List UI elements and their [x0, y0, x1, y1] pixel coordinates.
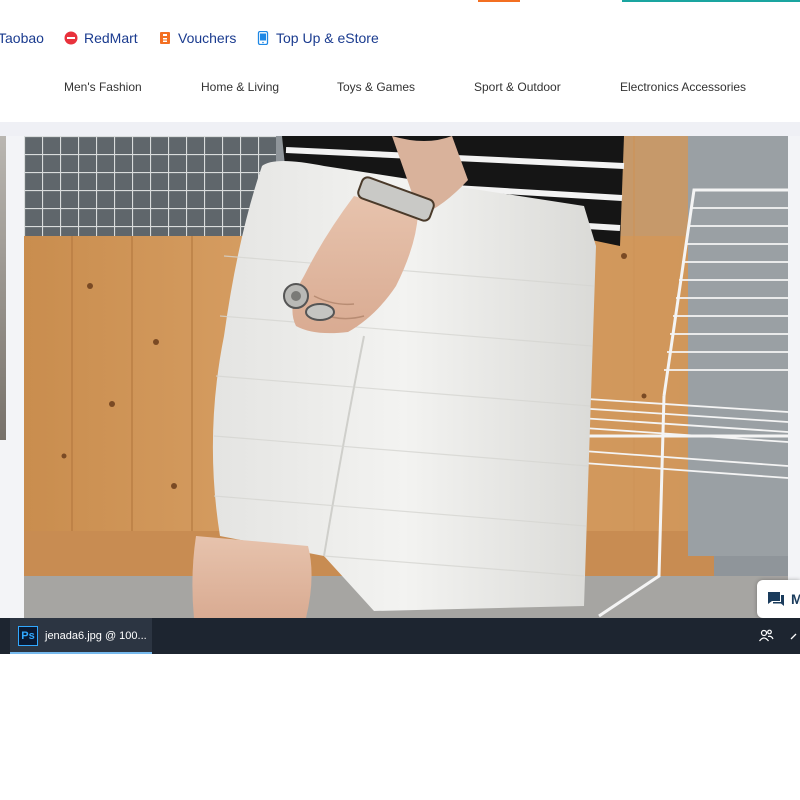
section-divider [0, 122, 800, 136]
chat-button[interactable]: M [757, 580, 800, 618]
windows-taskbar: Ps jenada6.jpg @ 100... [0, 618, 800, 654]
tab-accent-teal [622, 0, 800, 2]
chevron-up-icon[interactable] [790, 630, 800, 642]
product-gallery [0, 136, 800, 618]
mobile-topup-icon [256, 30, 270, 46]
people-icon[interactable] [758, 628, 774, 644]
category-toys-games[interactable]: Toys & Games [337, 70, 415, 104]
quicklink-label: RedMart [84, 30, 138, 46]
tab-accent-orange [478, 0, 520, 2]
quicklinks-bar: Taobao RedMart Vouchers Top Up & eStore [0, 22, 800, 54]
taskbar-app-photoshop[interactable]: Ps jenada6.jpg @ 100... [10, 618, 152, 654]
quicklink-topup[interactable]: Top Up & eStore [256, 22, 379, 54]
category-mens-fashion[interactable]: Men's Fashion [64, 70, 142, 104]
chat-label: M [791, 591, 800, 607]
category-home-living[interactable]: Home & Living [201, 70, 279, 104]
product-photo-illustration [24, 136, 788, 618]
taskbar-app-label: jenada6.jpg @ 100... [45, 630, 147, 642]
category-electronics-accessories[interactable]: Electronics Accessories [620, 70, 746, 104]
quicklink-vouchers[interactable]: Vouchers [158, 22, 236, 54]
voucher-icon [158, 31, 172, 45]
quicklink-label: Taobao [0, 30, 44, 46]
product-photo[interactable] [24, 136, 788, 618]
quicklink-redmart[interactable]: RedMart [64, 22, 138, 54]
quicklink-label: Top Up & eStore [276, 30, 379, 46]
chat-icon [767, 591, 785, 607]
quicklink-label: Vouchers [178, 30, 237, 46]
previous-image-thumbnail[interactable] [0, 136, 6, 440]
active-window-indicator [10, 652, 152, 654]
quicklink-taobao[interactable]: Taobao [0, 22, 44, 54]
category-nav: Men's Fashion Home & Living Toys & Games… [0, 70, 800, 104]
photoshop-icon: Ps [18, 626, 38, 646]
redmart-icon [64, 31, 78, 45]
category-sport-outdoor[interactable]: Sport & Outdoor [474, 70, 561, 104]
